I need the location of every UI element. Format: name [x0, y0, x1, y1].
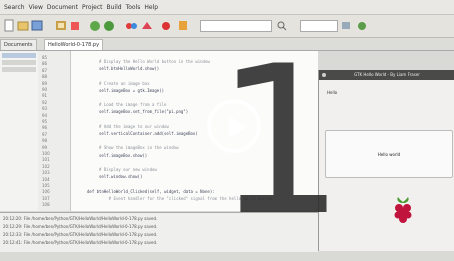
save-icon[interactable] [31, 19, 43, 32]
quit-icon[interactable] [356, 19, 368, 32]
code-line: # Load the image from a file [99, 102, 167, 108]
log-line: 20:12:41: File /home/ben/Python/GTK/Hell… [3, 240, 158, 245]
menu-item-tools[interactable]: Tools [126, 4, 141, 11]
line-number: 105 [42, 183, 50, 188]
raspberry-pi-icon [394, 197, 412, 223]
menu-item-document[interactable]: Document [47, 4, 78, 11]
line-number: 104 [42, 176, 50, 182]
line-number: 87 [42, 67, 48, 73]
document-list-item[interactable] [2, 53, 36, 58]
back-icon[interactable] [89, 19, 101, 32]
line-number: 93 [42, 106, 48, 112]
line-number: 96 [42, 125, 48, 131]
play-icon [229, 116, 247, 138]
line-number: 85 [42, 55, 48, 60]
code-line: self.imageBox = gtk.Image() [99, 87, 165, 93]
line-number: 88 [42, 74, 48, 80]
color-chooser-icon[interactable] [177, 19, 189, 32]
document-list-item[interactable] [2, 60, 36, 65]
line-number: 94 [42, 112, 48, 118]
menu-item-project[interactable]: Project [82, 4, 103, 11]
stop-icon[interactable] [69, 19, 81, 32]
line-number: 89 [42, 80, 48, 86]
menu-item-view[interactable]: View [29, 4, 43, 11]
code-line: # Add the image to our window [99, 123, 169, 129]
grid-icon[interactable] [55, 19, 67, 32]
log-line: 20:12:33: File /home/ben/Python/GTK/Hell… [3, 232, 158, 237]
line-number: 106 [42, 189, 50, 195]
play-button[interactable] [207, 99, 261, 153]
tab-documents[interactable]: Documents [0, 39, 37, 50]
code-line: # Show the imageBox in the window [99, 145, 179, 151]
line-number-gutter: 85 86 87 88 89 90 91 92 93 94 95 96 97 98 99 100 101 102 1… [38, 51, 71, 211]
line-number: 100 [42, 151, 50, 156]
document-list-item[interactable] [2, 67, 36, 72]
menu-item-build[interactable]: Build [107, 4, 122, 11]
code-line: # Display our new window [99, 167, 157, 172]
line-number: 95 [42, 119, 48, 124]
log-line: 20:12:20: File /home/ben/Python/GTK/Hell… [3, 216, 158, 221]
code-line: # Create an image box [99, 80, 150, 86]
line-number: 90 [42, 87, 48, 92]
tab-editor-file[interactable]: HelloWorld-0-178.py [44, 39, 104, 50]
open-file-icon[interactable] [17, 19, 29, 32]
line-number: 99 [42, 144, 48, 150]
code-line: def btnHelloWorld_Clicked(self, widget, … [87, 188, 215, 194]
line-number: 86 [42, 61, 48, 67]
code-line: self.btnHelloWorld.show() [99, 66, 160, 72]
menu-item-search[interactable]: Search [4, 4, 25, 11]
code-line: self.imageBox.set_from_file("pi.png") [99, 109, 189, 115]
documents-sidebar[interactable] [0, 51, 39, 211]
compile-icon[interactable] [125, 19, 137, 32]
forward-icon[interactable] [103, 19, 115, 32]
line-number: 101 [42, 157, 50, 163]
run-icon[interactable] [160, 19, 172, 32]
line-number: 97 [42, 131, 48, 137]
log-line: 20:12:29: File /home/ben/Python/GTK/Hell… [3, 224, 158, 229]
line-number: 108 [42, 202, 50, 208]
code-line: # Display the Hello World button in the … [99, 59, 210, 64]
code-line: self.window.show() [99, 174, 143, 180]
line-number: 103 [42, 170, 50, 176]
line-number: 91 [42, 93, 48, 99]
menu-bar: Search View Document Project Build Tools… [0, 0, 454, 15]
code-line: self.imageBox.show() [99, 152, 148, 158]
build-icon[interactable] [141, 19, 153, 32]
line-number: 107 [42, 195, 50, 201]
line-number: 98 [42, 138, 48, 144]
menu-item-help[interactable]: Help [144, 4, 158, 11]
line-number: 92 [42, 99, 48, 105]
new-file-icon[interactable] [3, 19, 15, 32]
code-line: self.verticalContainer.add(self.imageBox… [99, 131, 198, 136]
line-number: 102 [42, 163, 50, 169]
